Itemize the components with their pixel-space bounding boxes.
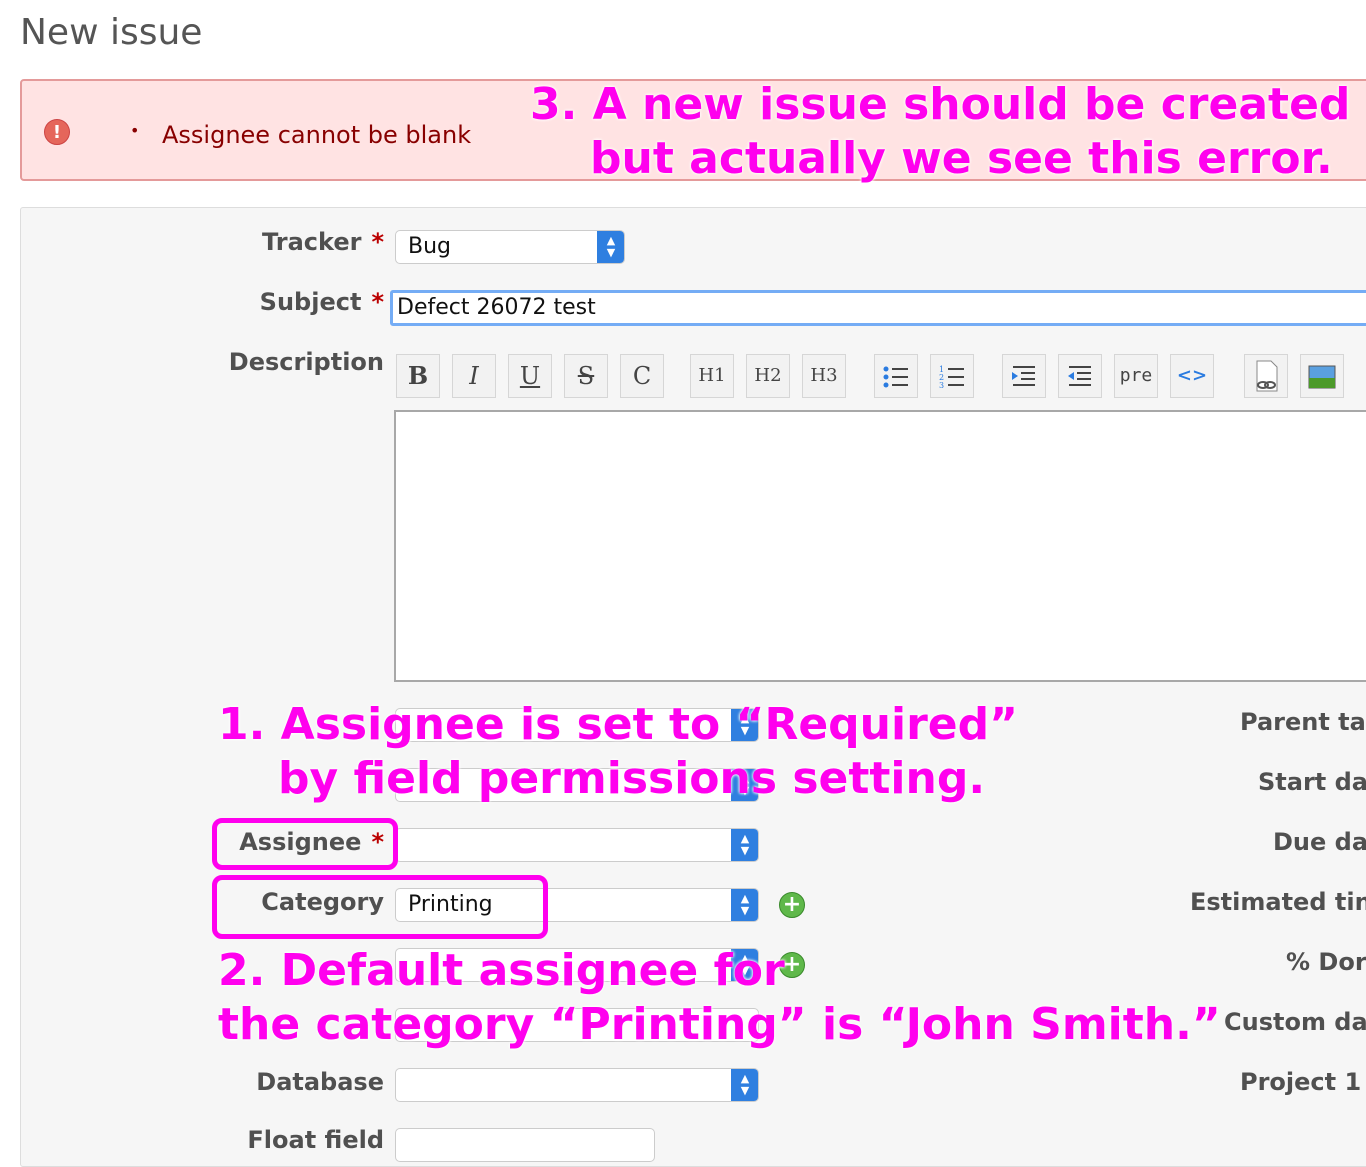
annotation-3-line2: but actually we see this error. bbox=[590, 133, 1333, 184]
annotation-2-line2: the category “Printing” is “John Smith.” bbox=[218, 999, 1221, 1050]
tracker-select[interactable]: Bug ▲ ▼ bbox=[395, 230, 625, 264]
custom-date-label: Custom da bbox=[1224, 1008, 1366, 1036]
annotation-1-line1: 1. Assignee is set to “Required” bbox=[218, 699, 1019, 750]
annotation-3-line1: 3. A new issue should be created bbox=[530, 79, 1351, 130]
float-field-label: Float field bbox=[247, 1126, 384, 1154]
percent-done-label: % Dor bbox=[1286, 948, 1366, 976]
numbered-list-icon[interactable]: 123 bbox=[930, 354, 974, 398]
add-category-icon[interactable]: + bbox=[779, 892, 805, 918]
description-textarea[interactable] bbox=[394, 410, 1366, 682]
svg-text:3: 3 bbox=[939, 381, 944, 390]
project-1-label: Project 1 bbox=[1240, 1068, 1362, 1096]
required-star: * bbox=[371, 228, 384, 256]
tracker-label: Tracker * bbox=[200, 228, 384, 256]
estimated-time-label: Estimated tin bbox=[1190, 888, 1366, 916]
image-icon[interactable] bbox=[1300, 354, 1344, 398]
category-highlight bbox=[212, 875, 548, 939]
code-block-button[interactable]: <> bbox=[1170, 354, 1214, 398]
error-icon: ! bbox=[44, 119, 70, 145]
bold-button[interactable]: B bbox=[396, 354, 440, 398]
subject-input[interactable]: Defect 26072 test bbox=[390, 290, 1366, 326]
code-button[interactable]: C bbox=[620, 354, 664, 398]
assignee-highlight bbox=[212, 818, 398, 870]
strike-button[interactable]: S bbox=[564, 354, 608, 398]
select-arrows-icon: ▲ ▼ bbox=[731, 889, 758, 921]
database-select[interactable]: ▲ ▼ bbox=[395, 1068, 759, 1102]
link-file-icon[interactable] bbox=[1244, 354, 1288, 398]
description-label: Description bbox=[228, 348, 384, 376]
parent-task-label: Parent ta bbox=[1240, 708, 1366, 736]
pre-button[interactable]: pre bbox=[1114, 354, 1158, 398]
subject-label: Subject * bbox=[200, 288, 384, 316]
select-arrows-icon: ▲ ▼ bbox=[731, 829, 758, 861]
indent-icon[interactable] bbox=[1002, 354, 1046, 398]
required-star: * bbox=[371, 288, 384, 316]
select-arrows-icon: ▲ ▼ bbox=[731, 1069, 758, 1101]
float-field-input[interactable] bbox=[395, 1128, 655, 1162]
flash-message: Assignee cannot be blank bbox=[162, 121, 472, 149]
tracker-value: Bug bbox=[408, 234, 452, 259]
annotation-1-line2: by field permissions setting. bbox=[278, 753, 986, 804]
flash-bullet: • bbox=[130, 121, 140, 140]
annotation-2-line1: 2. Default assignee for bbox=[218, 945, 785, 996]
page-title: New issue bbox=[20, 12, 203, 53]
tracker-label-text: Tracker bbox=[262, 228, 362, 256]
h3-button[interactable]: H3 bbox=[802, 354, 846, 398]
subject-label-text: Subject bbox=[259, 288, 362, 316]
h2-button[interactable]: H2 bbox=[746, 354, 790, 398]
assignee-select[interactable]: ▲ ▼ bbox=[395, 828, 759, 862]
start-date-label: Start da bbox=[1258, 768, 1366, 796]
select-arrows-icon: ▲ ▼ bbox=[597, 231, 624, 263]
outdent-icon[interactable] bbox=[1058, 354, 1102, 398]
italic-button[interactable]: I bbox=[452, 354, 496, 398]
due-date-label: Due da bbox=[1273, 828, 1366, 856]
database-label: Database bbox=[256, 1068, 384, 1096]
h1-button[interactable]: H1 bbox=[690, 354, 734, 398]
underline-button[interactable]: U bbox=[508, 354, 552, 398]
bulleted-list-icon[interactable] bbox=[874, 354, 918, 398]
